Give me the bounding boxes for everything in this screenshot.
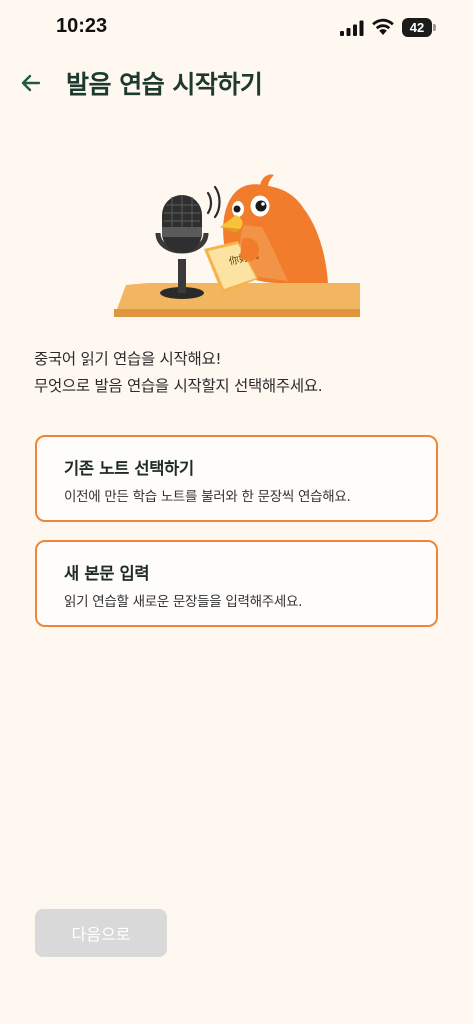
screen: 10:23 42 발음 연습 시작하기 중국어 읽기 연습을 시작해요! 무엇으… [0, 0, 473, 1024]
battery-icon: 42 [402, 18, 436, 37]
back-button[interactable] [14, 68, 48, 98]
option-description: 이전에 만든 학습 노트를 불러와 한 문장씩 연습해요. [64, 489, 351, 505]
option-title: 새 본문 입력 [64, 564, 150, 583]
status-time: 10:23 [56, 15, 108, 37]
page-title: 발음 연습 시작하기 [66, 70, 263, 99]
arrow-left-icon [21, 74, 41, 92]
battery-level: 42 [409, 20, 425, 35]
intro-text: 중국어 읽기 연습을 시작해요! 무엇으로 발음 연습을 시작할지 선택해주세요… [34, 346, 444, 400]
wifi-icon [372, 18, 394, 35]
intro-line-1: 중국어 읽기 연습을 시작해요! [34, 350, 222, 368]
existing-note-option[interactable]: 기존 노트 선택하기 이전에 만든 학습 노트를 불러와 한 문장씩 연습해요. [35, 435, 438, 522]
status-bar: 10:23 42 [0, 0, 473, 54]
new-text-option[interactable]: 새 본문 입력 읽기 연습할 새로운 문장들을 입력해주세요. [35, 540, 438, 627]
option-title: 기존 노트 선택하기 [64, 459, 194, 478]
option-description: 읽기 연습할 새로운 문장들을 입력해주세요. [64, 594, 303, 610]
intro-line-2: 무엇으로 발음 연습을 시작할지 선택해주세요. [34, 377, 323, 395]
signal-icon [340, 20, 364, 36]
next-button[interactable]: 다음으로 [35, 909, 167, 957]
bird-reading-microphone-illustration: 你好我 [114, 174, 360, 317]
app-header: 발음 연습 시작하기 [0, 56, 473, 110]
battery-nub [433, 24, 436, 31]
